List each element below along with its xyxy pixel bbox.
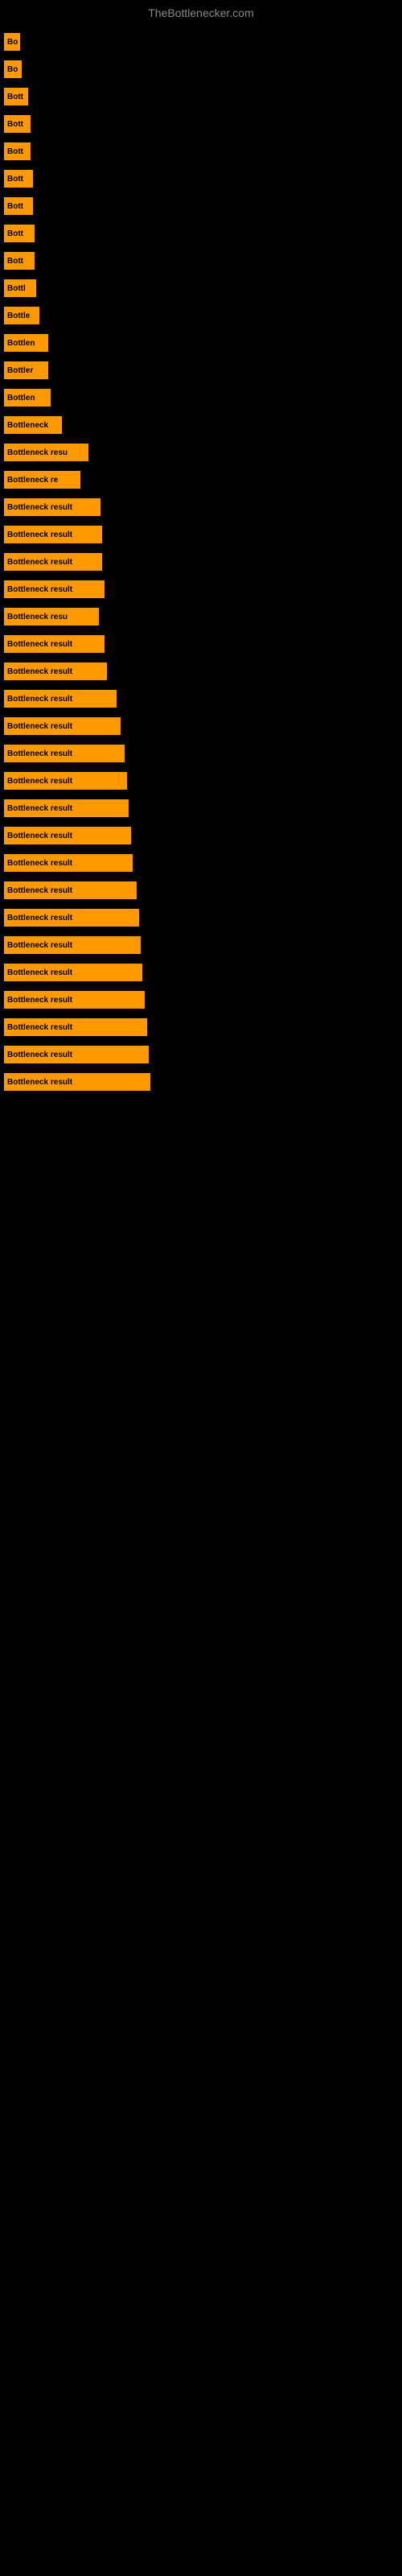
bar-row: Bott [4, 140, 402, 163]
bar-item-13: Bottlen [4, 389, 51, 407]
bar-item-22: Bottleneck result [4, 635, 105, 653]
bar-item-31: Bottleneck result [4, 881, 137, 899]
bar-row: Bottleneck result [4, 770, 402, 792]
bar-row: Bottleneck result [4, 824, 402, 847]
bar-row: Bottleneck result [4, 1043, 402, 1066]
bar-row: Bottlen [4, 386, 402, 409]
bar-item-12: Bottler [4, 361, 48, 379]
bar-row: Bottleneck result [4, 660, 402, 683]
bar-item-2: Bott [4, 88, 28, 105]
bar-row: Bottleneck result [4, 523, 402, 546]
bar-row: Bottleneck result [4, 551, 402, 573]
bar-row: Bottleneck result [4, 852, 402, 874]
bar-row: Bottleneck result [4, 1016, 402, 1038]
bar-item-6: Bott [4, 197, 33, 215]
bar-row: Bottleneck result [4, 906, 402, 929]
bar-row: Bottleneck result [4, 715, 402, 737]
bar-row: Bottleneck result [4, 1071, 402, 1093]
bars-container: Bo Bo Bott Bott Bott Bott Bott Bott Bott Bottl Bot… [0, 23, 402, 1106]
bar-item-0: Bo [4, 33, 20, 51]
bar-row: Bottleneck result [4, 879, 402, 902]
bar-item-3: Bott [4, 115, 31, 133]
bar-row: Bottleneck result [4, 989, 402, 1011]
bar-item-15: Bottleneck resu [4, 444, 88, 461]
bar-item-24: Bottleneck result [4, 690, 117, 708]
bar-row: Bott [4, 167, 402, 190]
bar-item-20: Bottleneck result [4, 580, 105, 598]
bar-item-35: Bottleneck result [4, 991, 145, 1009]
bar-item-8: Bott [4, 252, 35, 270]
bar-row: Bottler [4, 359, 402, 382]
bar-item-34: Bottleneck result [4, 964, 142, 981]
bar-row: Bott [4, 195, 402, 217]
bar-item-7: Bott [4, 225, 35, 242]
bar-row: Bottleneck resu [4, 605, 402, 628]
bar-row: Bottle [4, 304, 402, 327]
bar-item-1: Bo [4, 60, 22, 78]
bar-row: Bottleneck result [4, 934, 402, 956]
bar-row: Bott [4, 85, 402, 108]
bar-item-10: Bottle [4, 307, 39, 324]
bar-item-11: Bottlen [4, 334, 48, 352]
bar-row: Bottleneck [4, 414, 402, 436]
bar-item-18: Bottleneck result [4, 526, 102, 543]
bar-item-32: Bottleneck result [4, 909, 139, 927]
bar-row: Bottleneck result [4, 633, 402, 655]
bar-row: Bottleneck result [4, 742, 402, 765]
bar-row: Bo [4, 58, 402, 80]
bar-row: Bott [4, 250, 402, 272]
bar-row: Bottleneck result [4, 797, 402, 819]
bar-row: Bottl [4, 277, 402, 299]
bar-item-16: Bottleneck re [4, 471, 80, 489]
bar-row: Bott [4, 113, 402, 135]
bar-row: Bottleneck result [4, 687, 402, 710]
bar-item-9: Bottl [4, 279, 36, 297]
bar-item-19: Bottleneck result [4, 553, 102, 571]
bar-item-14: Bottleneck [4, 416, 62, 434]
bar-item-30: Bottleneck result [4, 854, 133, 872]
bar-item-27: Bottleneck result [4, 772, 127, 790]
bar-item-37: Bottleneck result [4, 1046, 149, 1063]
bar-row: Bottleneck result [4, 961, 402, 984]
bar-item-21: Bottleneck resu [4, 608, 99, 625]
bar-item-38: Bottleneck result [4, 1073, 150, 1091]
bar-row: Bott [4, 222, 402, 245]
bar-item-33: Bottleneck result [4, 936, 141, 954]
bar-item-25: Bottleneck result [4, 717, 121, 735]
bar-item-28: Bottleneck result [4, 799, 129, 817]
bar-item-4: Bott [4, 142, 31, 160]
bar-item-29: Bottleneck result [4, 827, 131, 844]
site-title: TheBottlenecker.com [0, 0, 402, 23]
bar-row: Bottleneck re [4, 469, 402, 491]
bar-item-5: Bott [4, 170, 33, 188]
bar-row: Bottleneck resu [4, 441, 402, 464]
bar-item-26: Bottleneck result [4, 745, 125, 762]
bar-row: Bottleneck result [4, 496, 402, 518]
bar-item-17: Bottleneck result [4, 498, 100, 516]
bar-item-23: Bottleneck result [4, 663, 107, 680]
bar-row: Bo [4, 31, 402, 53]
bar-item-36: Bottleneck result [4, 1018, 147, 1036]
bar-row: Bottlen [4, 332, 402, 354]
bar-row: Bottleneck result [4, 578, 402, 601]
